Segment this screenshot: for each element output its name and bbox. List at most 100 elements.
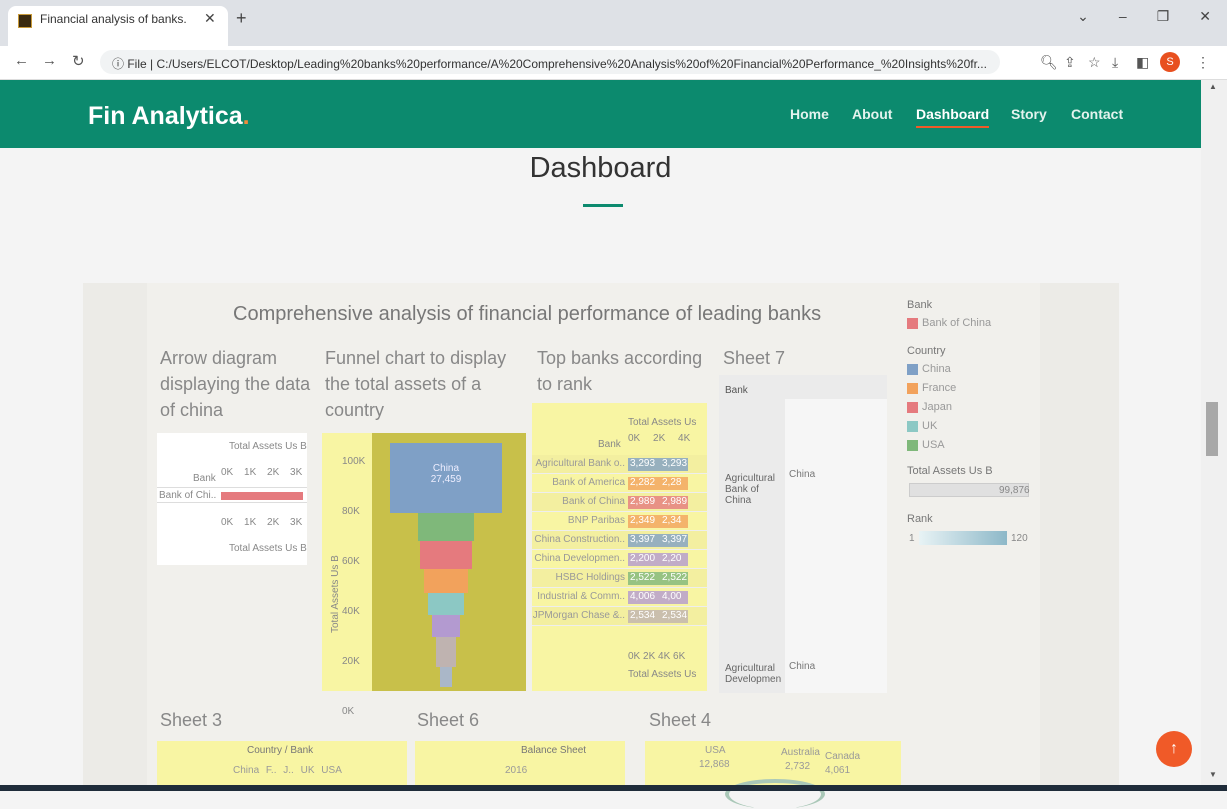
legend-rank-title: Rank xyxy=(907,513,933,525)
bank-row[interactable]: Industrial & Comm.. 4,006 4,00 xyxy=(532,588,707,607)
arrow-bank-label: Bank xyxy=(193,473,216,484)
arrow-ticks-top: 0K 1K 2K 3K xyxy=(221,467,303,478)
bank-row[interactable]: Bank of America 2,282 2,28 xyxy=(532,474,707,493)
funnel-ticks: 100K 80K 60K 40K 20K 0K xyxy=(342,456,366,717)
legend-usa[interactable]: USA xyxy=(907,439,945,451)
page-scrollbar[interactable]: ▲ ▼ xyxy=(1201,80,1227,791)
bank-row[interactable]: China Construction.. 3,397 3,397 xyxy=(532,531,707,550)
map-pin[interactable]: China xyxy=(789,469,815,480)
legend-assets-title: Total Assets Us B xyxy=(907,465,993,477)
close-tab-icon[interactable]: ✕ xyxy=(204,10,216,27)
sheet7-map[interactable]: Bank Agricultural Bank of China China Ag… xyxy=(719,375,887,693)
bank-row[interactable]: Agricultural Bank o.. 3,293 3,293 xyxy=(532,455,707,474)
legend-rank-min: 1 xyxy=(909,533,915,544)
topbanks-bank-label: Bank xyxy=(598,439,621,450)
url-text: C:/Users/ELCOT/Desktop/Leading%20banks%2… xyxy=(156,57,987,71)
info-icon: ⓘ xyxy=(112,57,128,71)
tab-title: Financial analysis of banks. xyxy=(40,12,187,26)
funnel-title: Funnel chart to display the total assets… xyxy=(325,348,507,420)
back-icon[interactable]: ← xyxy=(14,52,29,69)
bank-row[interactable]: HSBC Holdings 2,522 2,522 xyxy=(532,569,707,588)
scroll-up-icon[interactable]: ▲ xyxy=(1209,82,1217,91)
taskbar xyxy=(0,785,1227,791)
star-icon[interactable]: ☆ xyxy=(1088,54,1101,71)
legend-uk[interactable]: UK xyxy=(907,420,937,432)
rank-gradient xyxy=(919,531,1007,545)
title-underline xyxy=(583,204,623,207)
download-icon[interactable]: ⤓ xyxy=(1112,54,1118,71)
sheet4-chart[interactable]: USA 12,868 Australia 2,732 Canada 4,061 xyxy=(645,741,901,809)
bank-row[interactable]: Bank of China 2,989 2,989 xyxy=(532,493,707,512)
reload-icon[interactable]: ↻ xyxy=(72,52,85,70)
arrow-chart[interactable]: Total Assets Us B Bank 0K 1K 2K 3K Bank … xyxy=(157,433,307,565)
legend-china[interactable]: China xyxy=(907,363,951,375)
legend-bank-title: Bank xyxy=(907,299,933,311)
sheet6-title: Sheet 6 xyxy=(417,710,480,730)
close-window-icon[interactable]: ✕ xyxy=(1199,8,1211,25)
scroll-down-icon[interactable]: ▼ xyxy=(1209,770,1217,779)
legend-country-title: Country xyxy=(907,345,946,357)
site-navbar: Fin Analytica. Home About Dashboard Stor… xyxy=(0,80,1201,148)
topbanks-rows: Agricultural Bank o.. 3,293 3,293 Bank of A… xyxy=(532,455,707,626)
bank-row[interactable]: JPMorgan Chase &.. 2,534 2,534 xyxy=(532,607,707,626)
sheet3-table[interactable]: Country / Bank China F.. J.. UK USA xyxy=(157,741,407,791)
avatar[interactable]: S xyxy=(1160,52,1180,72)
sheet3-title: Sheet 3 xyxy=(160,710,223,730)
legend-bank-item[interactable]: Bank of China xyxy=(907,317,991,329)
nav-contact[interactable]: Contact xyxy=(1071,106,1123,122)
arrow-axis-title-bottom: Total Assets Us B xyxy=(229,543,307,554)
sheet4-title: Sheet 4 xyxy=(649,710,712,730)
page-title: Dashboard xyxy=(529,152,672,184)
window-controls: ⌄ – ❐ ✕ xyxy=(1077,8,1211,25)
bank-row[interactable]: BNP Paribas 2,349 2,34 xyxy=(532,512,707,531)
scrollbar-thumb[interactable] xyxy=(1206,402,1218,456)
legend-rank-max: 120 xyxy=(1011,533,1028,544)
favicon-icon xyxy=(18,14,32,28)
funnel-china[interactable]: China 27,459 xyxy=(390,443,502,513)
tableau-dashboard[interactable]: Comprehensive analysis of financial perf… xyxy=(83,283,1119,809)
bank-row[interactable]: China Developmen.. 2,200 2,20 xyxy=(532,550,707,569)
nav-home[interactable]: Home xyxy=(790,106,829,122)
scroll-to-top-button[interactable]: ↑ xyxy=(1156,731,1192,767)
arrow-row: Bank of Chi.. xyxy=(157,487,307,503)
dashboard-title: Comprehensive analysis of financial perf… xyxy=(233,303,822,325)
pie-arc xyxy=(725,779,825,809)
topbanks-ticks: 0K 2K 4K xyxy=(628,433,691,444)
map-pin-2[interactable]: China xyxy=(789,661,815,672)
arrow-ticks-bottom: 0K 1K 2K 3K xyxy=(221,517,303,528)
topbanks-bottom-ticks: 0K 2K 4K 6K xyxy=(628,651,686,662)
sheet7-row2: Agricultural Developmen xyxy=(725,663,782,685)
china-arrow-bar xyxy=(221,492,303,500)
legend-assets-value: 99,876 xyxy=(999,485,1030,496)
legend-japan[interactable]: Japan xyxy=(907,401,952,413)
arrow-axis-title: Total Assets Us B xyxy=(229,441,307,452)
browser-tab[interactable]: Financial analysis of banks. ✕ xyxy=(8,6,228,46)
nav-story[interactable]: Story xyxy=(1011,106,1047,122)
sheet7-bank-header: Bank xyxy=(725,385,748,396)
tab-search-icon[interactable]: ⌄ xyxy=(1077,8,1089,25)
nav-about[interactable]: About xyxy=(852,106,892,122)
funnel-chart[interactable]: Total Assets Us B 100K 80K 60K 40K 20K 0K Chi… xyxy=(322,433,526,717)
funnel-yaxis: Total Assets Us B xyxy=(330,555,341,633)
legend-france[interactable]: France xyxy=(907,382,956,394)
sheet7-row1: Agricultural Bank of China xyxy=(725,473,776,506)
browser-tab-bar: Financial analysis of banks. ✕ + ⌄ – ❐ ✕ xyxy=(0,0,1227,46)
sidepanel-icon[interactable]: ◧ xyxy=(1136,54,1149,71)
zoom-icon[interactable]: 🔍︎ xyxy=(1040,54,1058,71)
share-icon[interactable]: ⇪ xyxy=(1064,54,1076,71)
forward-icon[interactable]: → xyxy=(42,52,57,69)
topbanks-axis-title: Total Assets Us xyxy=(628,417,697,428)
sheet6-table[interactable]: Balance Sheet 2016 xyxy=(415,741,625,791)
restore-icon[interactable]: ❐ xyxy=(1157,8,1170,25)
topbanks-title: Top banks according to rank xyxy=(537,348,703,394)
file-label: File xyxy=(127,57,147,71)
menu-icon[interactable]: ⋮ xyxy=(1196,54,1210,71)
arrow-title: Arrow diagram displaying the data of chi… xyxy=(160,348,311,420)
nav-dashboard[interactable]: Dashboard xyxy=(916,106,990,128)
new-tab-icon[interactable]: + xyxy=(236,8,247,29)
url-field[interactable]: ⓘ File | C:/Users/ELCOT/Desktop/Leading%… xyxy=(100,50,1000,74)
site-logo[interactable]: Fin Analytica. xyxy=(88,102,250,131)
minimize-icon[interactable]: – xyxy=(1119,8,1127,25)
topbanks-bottom-title: Total Assets Us xyxy=(628,669,697,680)
topbanks-chart[interactable]: Total Assets Us Bank 0K 2K 4K Agricultur… xyxy=(532,403,707,691)
